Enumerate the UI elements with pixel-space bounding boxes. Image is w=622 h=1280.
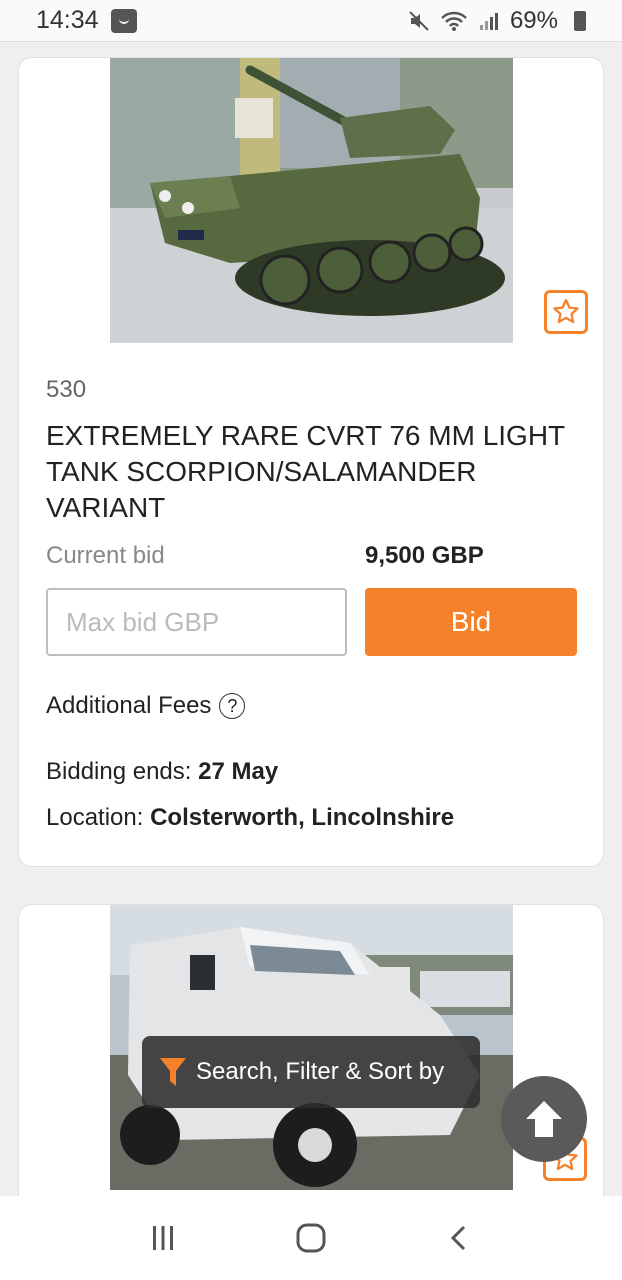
listing-feed[interactable]: 530 EXTREMELY RARE CVRT 76 MM LIGHT TANK… — [0, 43, 622, 1196]
status-time: 14:34 — [36, 6, 99, 34]
bidding-ends-value: 27 May — [198, 758, 279, 785]
funnel-icon — [160, 1058, 186, 1086]
home-icon[interactable] — [295, 1222, 327, 1254]
max-bid-input[interactable] — [46, 588, 347, 656]
recent-apps-icon[interactable] — [148, 1223, 178, 1253]
system-navigation-bar — [0, 1196, 622, 1280]
search-filter-sort-label: Search, Filter & Sort by — [196, 1058, 445, 1085]
bidding-ends-label: Bidding ends: — [46, 758, 192, 785]
current-bid-label: Current bid — [46, 542, 165, 569]
scroll-to-top-button[interactable] — [501, 1076, 587, 1162]
additional-fees[interactable]: Additional Fees ? — [46, 692, 246, 720]
lot-number: 530 — [46, 376, 87, 403]
shopping-bag-icon — [110, 8, 137, 33]
battery-icon — [574, 10, 586, 31]
location-value: Colsterworth, Lincolnshire — [150, 804, 455, 831]
search-filter-sort-button[interactable]: Search, Filter & Sort by — [142, 1036, 480, 1108]
listing-photo[interactable] — [110, 58, 513, 343]
additional-fees-label: Additional Fees — [46, 692, 212, 719]
back-icon[interactable] — [444, 1223, 474, 1253]
status-bar: 14:34 69% — [0, 0, 622, 42]
favorite-button[interactable] — [544, 290, 588, 334]
bidding-ends: Bidding ends: 27 May — [46, 758, 278, 786]
wifi-icon — [441, 11, 467, 31]
arrow-up-icon — [526, 1101, 562, 1137]
listing-title[interactable]: EXTREMELY RARE CVRT 76 MM LIGHT TANK SCO… — [46, 418, 586, 526]
question-circle-icon[interactable]: ? — [219, 693, 246, 719]
location: Location: Colsterworth, Lincolnshire — [46, 804, 454, 832]
mute-icon — [409, 10, 429, 31]
current-bid-value: 9,500 GBP — [365, 542, 484, 569]
status-icons: 69% — [408, 7, 586, 35]
listing-card[interactable]: 530 EXTREMELY RARE CVRT 76 MM LIGHT TANK… — [18, 57, 604, 867]
star-icon — [553, 299, 579, 324]
tank-photo-image — [110, 58, 513, 343]
location-label: Location: — [46, 804, 144, 831]
signal-icon — [479, 12, 498, 30]
bid-button[interactable]: Bid — [365, 588, 577, 656]
battery-percentage: 69% — [509, 6, 558, 34]
